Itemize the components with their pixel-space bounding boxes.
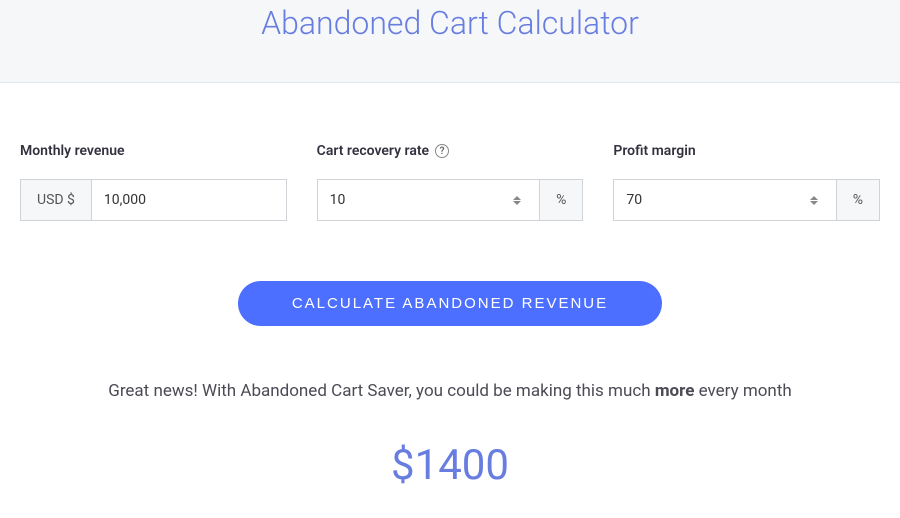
- result-msg-before: Great news! With Abandoned Cart Saver, y…: [108, 381, 655, 401]
- recovery-rate-value: 10: [330, 192, 346, 208]
- page-title: Abandoned Cart Calculator: [0, 4, 900, 42]
- recovery-rate-spinner: [513, 196, 527, 205]
- recovery-rate-input[interactable]: 10: [317, 179, 540, 221]
- recovery-rate-group: Cart recovery rate ? 10 %: [317, 143, 584, 221]
- calculator-form: Monthly revenue USD $ 10,000 Cart recove…: [0, 83, 900, 221]
- calculate-button[interactable]: CALCULATE ABANDONED REVENUE: [238, 281, 662, 326]
- profit-margin-label: Profit margin: [613, 143, 880, 159]
- result-msg-after: every month: [694, 381, 791, 401]
- recovery-rate-label: Cart recovery rate ?: [317, 143, 584, 159]
- percent-suffix: %: [540, 179, 583, 221]
- recovery-rate-input-wrap: 10 %: [317, 179, 584, 221]
- monthly-revenue-group: Monthly revenue USD $ 10,000: [20, 143, 287, 221]
- profit-margin-spinner: [810, 196, 824, 205]
- profit-margin-group: Profit margin 70 %: [613, 143, 880, 221]
- recovery-rate-label-text: Cart recovery rate: [317, 143, 429, 159]
- help-icon[interactable]: ?: [435, 144, 449, 158]
- profit-margin-input[interactable]: 70: [613, 179, 836, 221]
- result-msg-bold: more: [655, 381, 695, 401]
- monthly-revenue-input[interactable]: 10,000: [91, 179, 287, 221]
- profit-margin-input-wrap: 70 %: [613, 179, 880, 221]
- currency-prefix: USD $: [20, 179, 91, 221]
- profit-margin-value: 70: [626, 192, 642, 208]
- percent-suffix: %: [837, 179, 880, 221]
- monthly-revenue-label: Monthly revenue: [20, 143, 287, 159]
- result-message: Great news! With Abandoned Cart Saver, y…: [0, 381, 900, 401]
- result-amount: $1400: [0, 441, 900, 490]
- button-row: CALCULATE ABANDONED REVENUE: [0, 281, 900, 326]
- spinner-up-icon[interactable]: [810, 196, 818, 200]
- monthly-revenue-value: 10,000: [104, 192, 146, 208]
- spinner-down-icon[interactable]: [810, 201, 818, 205]
- header: Abandoned Cart Calculator: [0, 0, 900, 83]
- spinner-down-icon[interactable]: [513, 201, 521, 205]
- monthly-revenue-input-wrap: USD $ 10,000: [20, 179, 287, 221]
- spinner-up-icon[interactable]: [513, 196, 521, 200]
